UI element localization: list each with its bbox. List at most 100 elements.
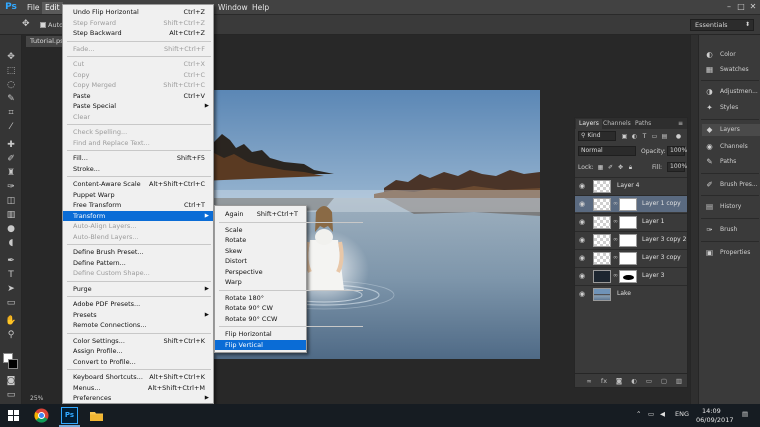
dock-history[interactable]: ▤ History xyxy=(702,201,760,213)
panel-menu-icon[interactable]: ≡ xyxy=(677,120,684,127)
tab-channels[interactable]: Channels xyxy=(600,119,634,129)
dock-channels[interactable]: ◉ Channels xyxy=(702,141,760,153)
mask-link-icon[interactable]: ∞ xyxy=(613,272,618,279)
battery-icon[interactable]: ▭ xyxy=(648,410,654,418)
filter-shape-icon[interactable]: ▭ xyxy=(651,133,658,140)
lock-transparent-icon[interactable]: ▦ xyxy=(597,164,604,171)
menu-item-flip-vertical[interactable]: Flip Vertical xyxy=(215,339,306,350)
quick-mask-icon[interactable]: ◙ xyxy=(3,375,19,387)
dock-swatches[interactable]: ▦ Swatches xyxy=(702,64,760,76)
adjustment-icon[interactable]: ◐ xyxy=(630,377,638,385)
history-brush-tool-icon[interactable]: ✑ xyxy=(3,181,19,193)
menu-item-paste-special[interactable]: Paste Special ▶ xyxy=(63,101,213,111)
menu-help[interactable]: Help xyxy=(249,2,272,14)
filter-type-icon[interactable]: T xyxy=(641,133,648,140)
layer-row[interactable]: ◉ ∞ Layer 1 copy xyxy=(575,195,687,212)
link-icon[interactable]: ∞ xyxy=(585,377,593,385)
clock-date[interactable]: 06/09/2017 xyxy=(696,416,733,424)
menu-item-convert-to-profile[interactable]: Convert to Profile... xyxy=(63,357,213,367)
menu-item-warp[interactable]: Warp xyxy=(215,277,306,287)
visibility-eye-icon[interactable]: ◉ xyxy=(579,272,587,280)
background-color-swatch[interactable] xyxy=(8,359,18,369)
dock-properties[interactable]: ▣ Properties xyxy=(702,247,760,259)
layer-kind-select[interactable]: ⚲ Kind xyxy=(578,131,616,141)
menu-item-distort[interactable]: Distort xyxy=(215,256,306,266)
chevron-up-icon[interactable]: ⌃ xyxy=(636,410,641,418)
menu-item-free-transform[interactable]: Free Transform Ctrl+T xyxy=(63,200,213,210)
shape-tool-icon[interactable]: ▭ xyxy=(3,297,19,309)
mask-icon[interactable]: ◙ xyxy=(615,377,623,385)
mask-link-icon[interactable]: ∞ xyxy=(613,200,618,207)
filter-toggle-icon[interactable]: ● xyxy=(675,133,682,140)
menu-item-presets[interactable]: Presets ▶ xyxy=(63,310,213,320)
dock-collapse-strip[interactable] xyxy=(690,35,698,404)
volume-icon[interactable]: ◀ xyxy=(660,410,665,418)
windows-start-icon[interactable] xyxy=(5,407,22,424)
menu-item-color-settings[interactable]: Color Settings... Shift+Ctrl+K xyxy=(63,336,213,346)
filter-smart-object-icon[interactable]: ▤ xyxy=(661,133,668,140)
layer-row[interactable]: ◉ ∞ Layer 3 copy 2 xyxy=(575,231,687,248)
trash-icon[interactable]: ▥ xyxy=(675,377,683,385)
menu-item-purge[interactable]: Purge ▶ xyxy=(63,284,213,294)
menu-item-paste[interactable]: Paste Ctrl+V xyxy=(63,91,213,101)
menu-item-rotate-90-ccw[interactable]: Rotate 90° CCW xyxy=(215,314,306,324)
dock-brush-presets[interactable]: ✐ Brush Pres... xyxy=(702,179,760,191)
dodge-tool-icon[interactable]: ◖ xyxy=(3,237,19,249)
menu-item-again[interactable]: Again Shift+Ctrl+T xyxy=(215,209,306,219)
maximize-icon[interactable]: □ xyxy=(736,2,746,12)
tab-paths[interactable]: Paths xyxy=(632,119,654,129)
dock-styles[interactable]: ✦ Styles xyxy=(702,102,760,114)
menu-item-rotate[interactable]: Rotate xyxy=(215,235,306,245)
workspace-select[interactable]: Essentials ⬍ xyxy=(690,19,754,31)
group-icon[interactable]: ▭ xyxy=(645,377,653,385)
zoom-level[interactable]: 25% xyxy=(30,395,43,402)
menu-item-puppet-warp[interactable]: Puppet Warp xyxy=(63,190,213,200)
eraser-tool-icon[interactable]: ◫ xyxy=(3,195,19,207)
menu-item-remote-connections[interactable]: Remote Connections... xyxy=(63,320,213,330)
menu-item-step-backward[interactable]: Step Backward Alt+Ctrl+Z xyxy=(63,28,213,38)
menu-window[interactable]: Window xyxy=(215,2,251,14)
mask-link-icon[interactable]: ∞ xyxy=(613,236,618,243)
menu-item-define-pattern[interactable]: Define Pattern... xyxy=(63,258,213,268)
path-select-tool-icon[interactable]: ➤ xyxy=(3,283,19,295)
layer-row[interactable]: ◉ ∞ Layer 3 copy xyxy=(575,249,687,266)
menu-item-scale[interactable]: Scale xyxy=(215,225,306,235)
menu-item-menus[interactable]: Menus... Alt+Shift+Ctrl+M xyxy=(63,383,213,393)
lock-position-icon[interactable]: ✥ xyxy=(617,164,624,171)
menu-item-adobe-pdf-presets[interactable]: Adobe PDF Presets... xyxy=(63,299,213,309)
visibility-eye-icon[interactable]: ◉ xyxy=(579,290,587,298)
crop-tool-icon[interactable]: ⌗ xyxy=(3,107,19,119)
clone-stamp-tool-icon[interactable]: ♜ xyxy=(3,167,19,179)
layer-row[interactable]: ◉ Layer 4 xyxy=(575,177,687,194)
visibility-eye-icon[interactable]: ◉ xyxy=(579,236,587,244)
visibility-eye-icon[interactable]: ◉ xyxy=(579,218,587,226)
menu-item-preferences[interactable]: Preferences ▶ xyxy=(63,393,213,403)
layer-row[interactable]: ◉ Lake xyxy=(575,285,687,302)
menu-item-define-brush-preset[interactable]: Define Brush Preset... xyxy=(63,247,213,257)
filter-pixel-icon[interactable]: ▣ xyxy=(621,133,628,140)
marquee-tool-icon[interactable]: ⬚ xyxy=(3,65,19,77)
clock-time[interactable]: 14:09 xyxy=(702,407,721,415)
menu-item-rotate-90-cw[interactable]: Rotate 90° CW xyxy=(215,303,306,313)
eyedropper-tool-icon[interactable]: ⁄ xyxy=(3,121,19,133)
menu-item-keyboard-shortcuts[interactable]: Keyboard Shortcuts... Alt+Shift+Ctrl+K xyxy=(63,372,213,382)
chrome-icon[interactable] xyxy=(33,407,50,424)
menu-item-content-aware-scale[interactable]: Content-Aware Scale Alt+Shift+Ctrl+C xyxy=(63,179,213,189)
menu-edit[interactable]: Edit xyxy=(42,2,63,14)
close-icon[interactable]: ✕ xyxy=(748,2,758,12)
zoom-tool-icon[interactable]: ⚲ xyxy=(3,329,19,341)
dock-paths[interactable]: ✎ Paths xyxy=(702,156,760,168)
mask-link-icon[interactable]: ∞ xyxy=(613,218,618,225)
gradient-tool-icon[interactable]: ▥ xyxy=(3,209,19,221)
type-tool-icon[interactable]: T xyxy=(3,269,19,281)
menu-file[interactable]: File xyxy=(24,2,43,14)
language-indicator[interactable]: ENG xyxy=(675,410,689,418)
lock-all-icon[interactable]: 🔒︎ xyxy=(627,164,634,171)
mask-link-icon[interactable]: ∞ xyxy=(613,254,618,261)
file-explorer-icon[interactable] xyxy=(88,407,105,424)
tab-layers[interactable]: Layers xyxy=(576,119,602,129)
menu-item-flip-horizontal[interactable]: Flip Horizontal xyxy=(215,329,306,339)
fx-icon[interactable]: fx xyxy=(600,377,608,385)
visibility-eye-icon[interactable]: ◉ xyxy=(579,200,587,208)
quick-select-tool-icon[interactable]: ✎ xyxy=(3,93,19,105)
